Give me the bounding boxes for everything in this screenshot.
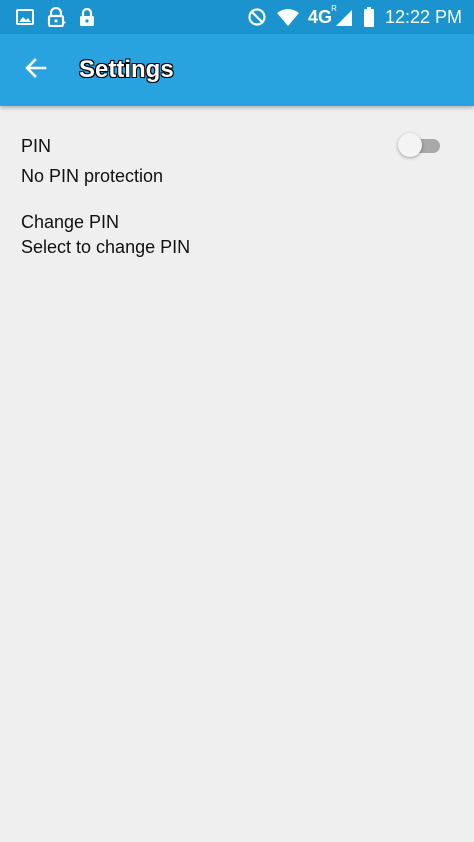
status-time: 12:22 PM — [384, 7, 462, 27]
pref-pin-title: PIN — [21, 136, 52, 156]
image-icon — [15, 6, 35, 28]
pin-toggle-switch[interactable] — [398, 132, 442, 160]
pref-pin-summary: No PIN protection — [21, 166, 164, 186]
signal-icon — [335, 6, 353, 28]
pin-lock-notification-icon — [46, 6, 68, 28]
arrow-back-icon — [24, 56, 48, 85]
do-not-disturb-icon — [246, 6, 268, 28]
lock-icon — [77, 6, 97, 28]
pref-pin[interactable]: PIN No PIN protection — [0, 120, 474, 196]
pref-change-pin[interactable]: Change PIN Select to change PIN — [0, 204, 474, 274]
pref-change-pin-title: Change PIN — [21, 212, 120, 232]
status-bar: 4G R 12:22 PM — [0, 0, 474, 34]
back-button[interactable] — [14, 48, 58, 92]
wifi-icon — [276, 6, 300, 28]
app-bar: Settings — [0, 34, 474, 106]
switch-thumb — [398, 133, 422, 157]
pref-change-pin-summary: Select to change PIN — [21, 237, 191, 257]
page-title: Settings — [79, 56, 174, 83]
battery-icon — [362, 6, 376, 28]
